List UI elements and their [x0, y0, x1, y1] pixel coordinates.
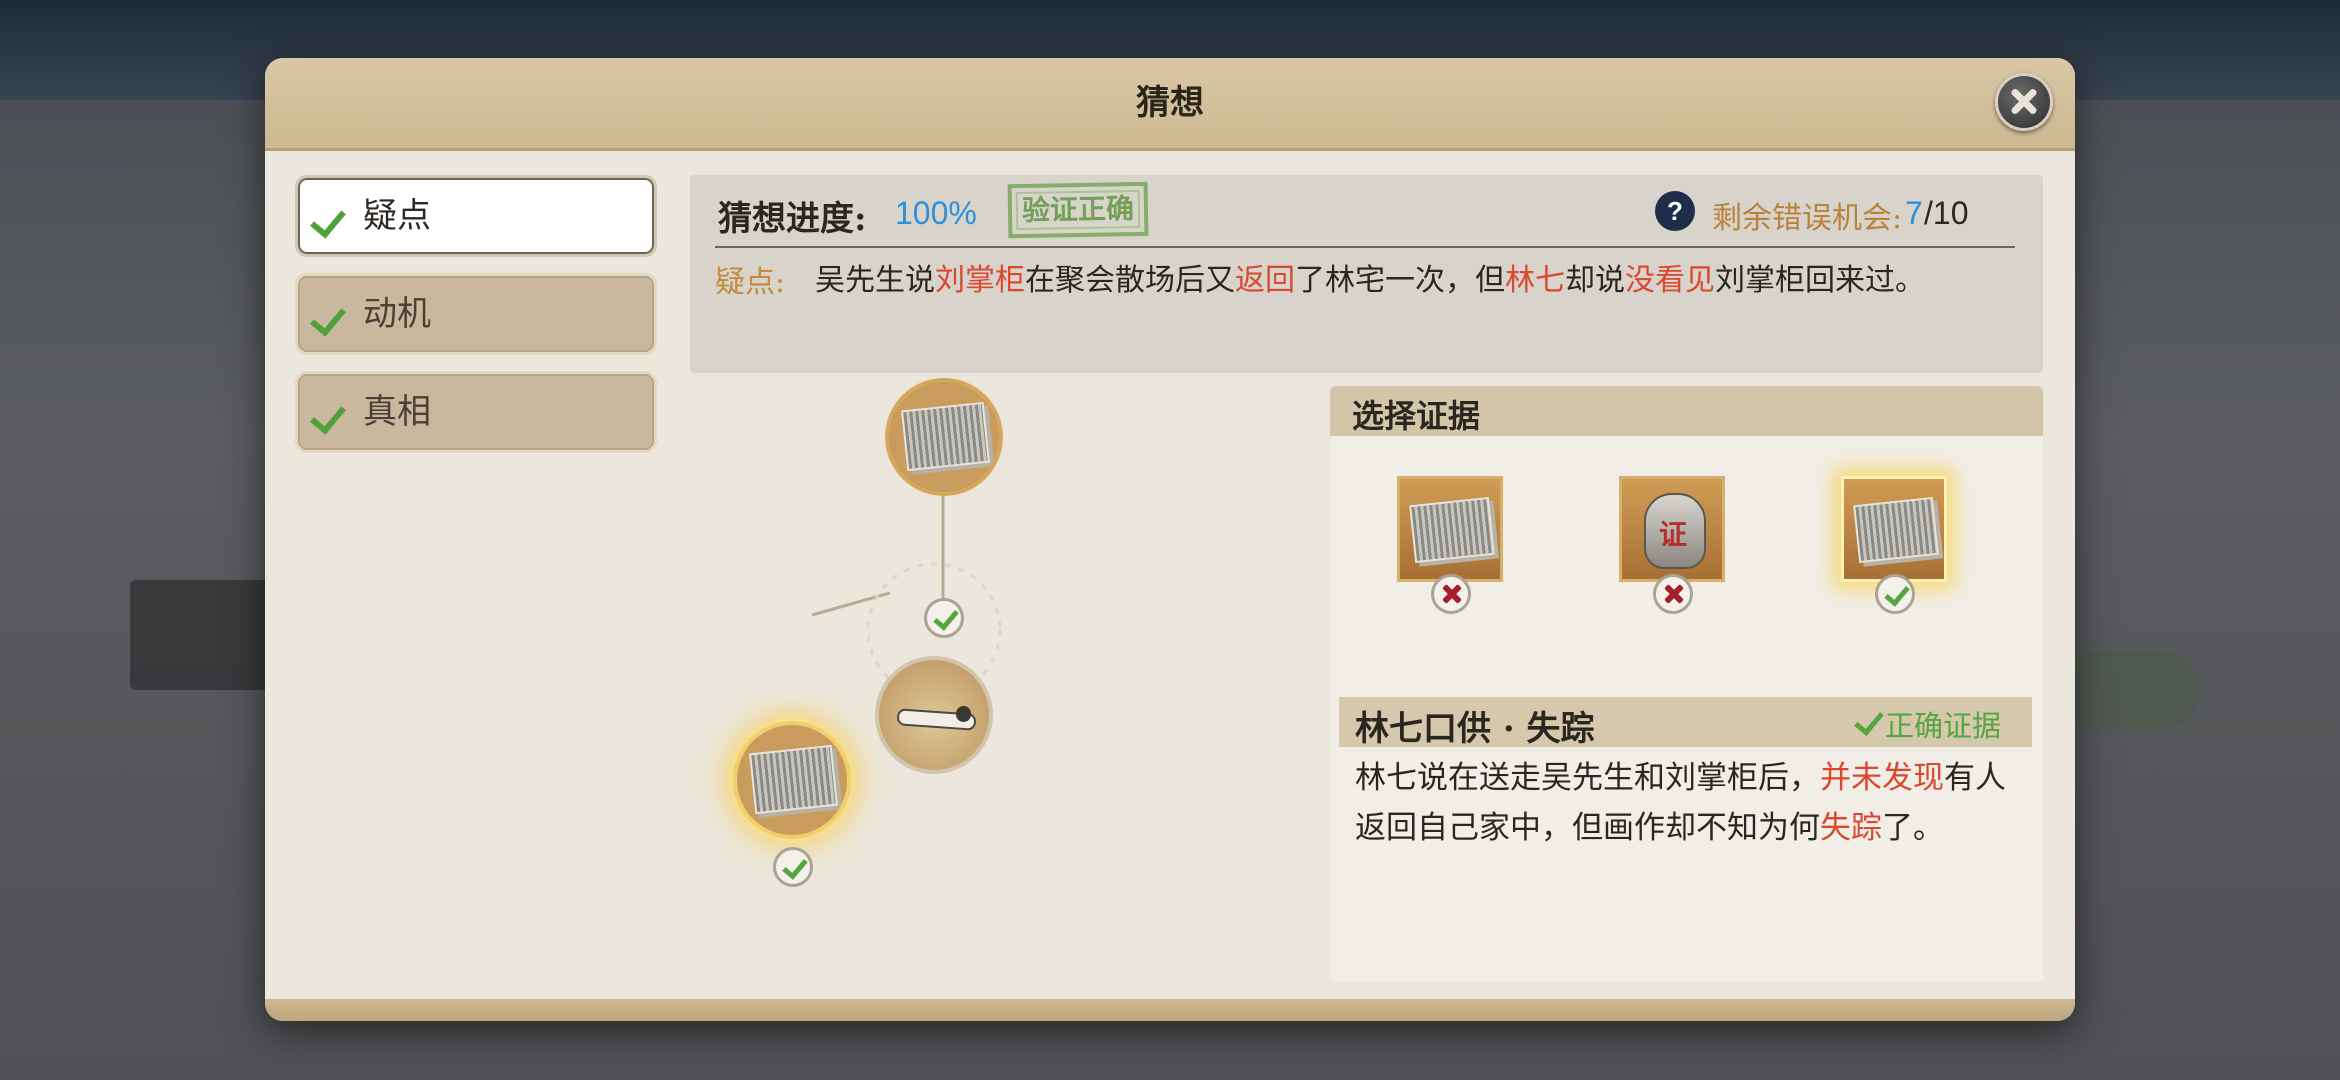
doubt-label: 疑点:	[715, 265, 786, 300]
scene-figure-head	[956, 706, 972, 722]
check-icon	[773, 847, 813, 887]
doubt-segment-highlight: 没看见	[1625, 263, 1715, 298]
evidence-item[interactable]: 证	[1619, 476, 1725, 582]
correct-evidence-label: 正确证据	[1885, 709, 2002, 743]
scroll-document-icon	[1853, 496, 1939, 564]
progress-label: 猜想进度:	[718, 199, 867, 239]
clue-graph	[690, 378, 1300, 908]
badge-char: 证	[1658, 518, 1687, 551]
check-icon	[310, 299, 346, 337]
evidence-header: 选择证据	[1330, 386, 2043, 436]
wrong-icon	[1653, 574, 1693, 614]
evidence-panel: 选择证据 证 林七口供 · 失踪 正确证据 林七说在送走吴先生和刘掌柜后，并未发…	[1330, 386, 2043, 982]
doubt-segment: 吴先生说	[815, 263, 935, 298]
wrong-icon	[1431, 574, 1471, 614]
doubt-segment-highlight: 林七	[1505, 263, 1565, 298]
tab-truth[interactable]: 真相	[295, 371, 657, 453]
scroll-document-icon	[749, 745, 839, 815]
doubt-segment: 却说	[1565, 263, 1625, 298]
clue-node-selected[interactable]	[733, 721, 851, 839]
tab-motive[interactable]: 动机	[295, 273, 657, 355]
check-icon	[1875, 574, 1915, 614]
chance-label: 剩余错误机会:	[1712, 201, 1903, 236]
clue-node-testimony[interactable]	[885, 378, 1003, 496]
divider	[715, 246, 2015, 248]
check-icon	[924, 598, 964, 638]
doubt-segment-highlight: 刘掌柜	[935, 263, 1025, 298]
evidence-item-selected[interactable]	[1841, 476, 1947, 582]
detail-segment-highlight: 失踪	[1820, 810, 1882, 846]
tab-label: 真相	[363, 392, 431, 432]
doubt-text: 吴先生说刘掌柜在聚会散场后又返回了林宅一次，但林七却说没看见刘掌柜回来过。	[815, 257, 2025, 305]
guess-dialog: 猜想 疑点 动机 真相 猜想进度: 100% 验证正确 ? 剩余错误机会: 7 …	[265, 58, 2075, 1021]
dialog-footer	[265, 999, 2075, 1021]
verified-stamp: 验证正确	[1007, 181, 1149, 239]
evidence-item[interactable]	[1397, 476, 1503, 582]
check-icon	[310, 201, 346, 239]
scroll-document-icon	[1409, 496, 1495, 564]
doubt-segment: 在聚会散场后又	[1025, 263, 1235, 298]
clue-node-scene[interactable]	[875, 656, 993, 774]
evidence-header-label: 选择证据	[1352, 397, 1481, 435]
dialog-title: 猜想	[1136, 83, 1204, 123]
close-icon[interactable]	[1995, 73, 2053, 131]
evidence-description: 林七说在送走吴先生和刘掌柜后，并未发现有人返回自己家中，但画作却不知为何失踪了。	[1355, 753, 2020, 853]
check-icon	[1854, 705, 1884, 736]
chance-remaining: 7	[1905, 195, 1923, 231]
detail-segment: 林七说在送走吴先生和刘掌柜后，	[1355, 760, 1820, 796]
evidence-detail-bar: 林七口供 · 失踪 正确证据	[1339, 697, 2032, 749]
info-panel: 猜想进度: 100% 验证正确 ? 剩余错误机会: 7 /10 疑点: 吴先生说…	[690, 175, 2043, 373]
detail-segment: 了。	[1882, 810, 1944, 846]
evidence-title: 林七口供 · 失踪	[1355, 709, 1595, 749]
help-icon[interactable]: ?	[1655, 191, 1695, 231]
tab-label: 动机	[363, 294, 431, 334]
chance-total: /10	[1924, 195, 1969, 231]
tab-label: 疑点	[363, 196, 431, 236]
background-object	[2060, 650, 2200, 730]
check-icon	[310, 397, 346, 435]
doubt-segment: 了林宅一次，但	[1295, 263, 1505, 298]
doubt-segment: 刘掌柜回来过。	[1715, 263, 1925, 298]
scroll-document-icon	[901, 402, 991, 472]
doubt-segment-highlight: 返回	[1235, 263, 1295, 298]
detail-segment-highlight: 并未发现	[1820, 760, 1944, 796]
progress-value: 100%	[895, 195, 977, 231]
tab-doubt[interactable]: 疑点	[295, 175, 657, 257]
